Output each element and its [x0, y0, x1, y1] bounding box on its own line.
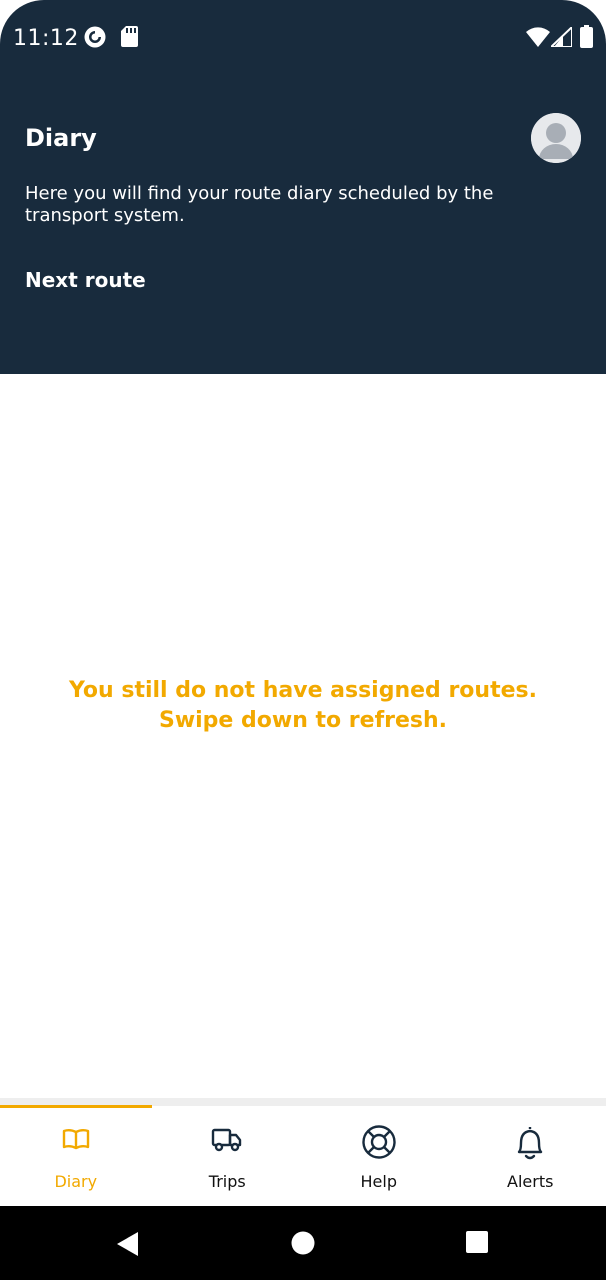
header: 11:12 Diary Here you will find your rout…: [0, 0, 606, 374]
page-description: Here you will find your route diary sche…: [25, 183, 494, 226]
tab-alerts[interactable]: Alerts: [455, 1108, 606, 1206]
app-screen: 11:12 Diary Here you will find your rout…: [0, 0, 606, 1280]
page-title: Diary: [25, 124, 97, 152]
empty-state-line-2: Swipe down to refresh.: [158, 708, 448, 733]
user-avatar-icon: [531, 113, 581, 163]
routes-content[interactable]: You still do not have assigned routes. S…: [0, 374, 606, 1098]
empty-state-message: You still do not have assigned routes. S…: [0, 676, 606, 736]
bottom-navigation: Diary Trips Help Alerts: [0, 1108, 606, 1206]
tab-diary-label: Diary: [54, 1172, 98, 1191]
recents-icon[interactable]: [466, 1231, 488, 1253]
lifebuoy-icon: [362, 1125, 396, 1159]
back-icon[interactable]: [116, 1231, 140, 1257]
empty-state-line-1: You still do not have assigned routes.: [69, 678, 537, 703]
wifi-icon: [526, 27, 550, 47]
tab-help-label: Help: [360, 1172, 397, 1191]
tab-trips[interactable]: Trips: [152, 1108, 304, 1206]
avatar[interactable]: [531, 113, 581, 163]
status-time: 11:12: [13, 26, 79, 51]
tab-trips-label: Trips: [208, 1172, 246, 1191]
battery-icon: [580, 25, 593, 48]
tab-diary[interactable]: Diary: [0, 1108, 152, 1206]
tab-help[interactable]: Help: [303, 1108, 455, 1206]
system-navigation-bar: [0, 1206, 606, 1280]
bell-icon: [518, 1127, 543, 1160]
section-label-next-route: Next route: [25, 268, 146, 292]
home-icon[interactable]: [291, 1231, 315, 1255]
status-bar: 11:12: [0, 0, 606, 78]
signal-icon: [551, 27, 572, 47]
sd-card-icon: [121, 26, 138, 47]
pocket-casts-icon: [84, 26, 106, 48]
book-icon: [62, 1129, 89, 1150]
tab-alerts-label: Alerts: [507, 1172, 554, 1191]
truck-icon: [212, 1128, 242, 1152]
